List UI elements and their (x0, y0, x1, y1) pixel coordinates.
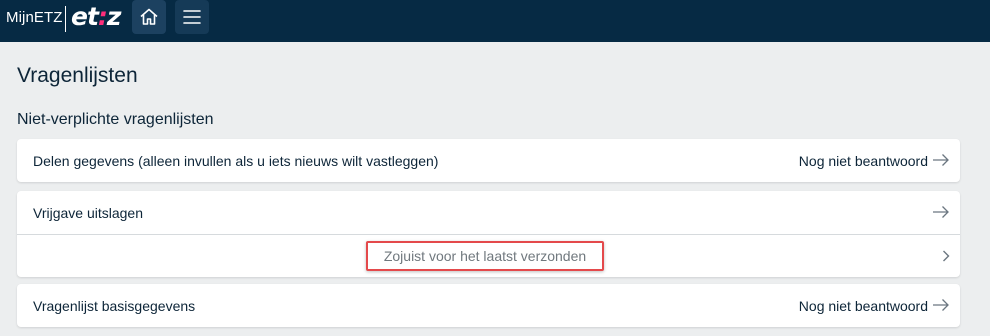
submission-row[interactable]: Zojuist voor het laatst verzonden (17, 234, 960, 277)
last-submitted-item[interactable]: Zojuist voor het laatst verzonden (366, 241, 604, 271)
questionnaire-label: Vrijgave uitslagen (33, 204, 143, 221)
home-button[interactable] (132, 0, 166, 34)
top-navigation-bar: MijnETZ et:z (0, 0, 990, 42)
arrow-right-icon (933, 206, 949, 218)
questionnaire-status: Nog niet beantwoord (798, 297, 928, 314)
etz-logo[interactable]: et:z (71, 2, 122, 31)
questionnaire-row-vrijgave-uitslagen[interactable]: Vrijgave uitslagen (17, 191, 960, 234)
questionnaire-status: Nog niet beantwoord (798, 152, 928, 169)
menu-button[interactable] (175, 0, 209, 34)
chevron-right-icon (943, 250, 950, 262)
arrow-right-icon (933, 154, 949, 166)
questionnaire-card: Delen gegevens (alleen invullen als u ie… (17, 139, 960, 182)
brand-divider (65, 6, 66, 32)
questionnaire-row-basisgegevens[interactable]: Vragenlijst basisgegevens Nog niet beant… (17, 284, 960, 327)
logo-text-start: et (71, 2, 99, 31)
logo-accent: : (97, 2, 108, 31)
questionnaire-card: Vrijgave uitslagen Zojuist voor het laat… (17, 191, 960, 277)
logo-text-end: z (106, 2, 122, 31)
hamburger-menu-icon (183, 10, 201, 24)
page-title: Vragenlijsten (17, 64, 138, 87)
arrow-right-icon (933, 299, 949, 311)
home-icon (140, 8, 158, 25)
questionnaire-label: Delen gegevens (alleen invullen als u ie… (33, 152, 439, 169)
questionnaire-label: Vragenlijst basisgegevens (33, 297, 196, 314)
brand-name[interactable]: MijnETZ (6, 9, 63, 26)
questionnaire-row-delen-gegevens[interactable]: Delen gegevens (alleen invullen als u ie… (17, 139, 960, 182)
questionnaire-card: Vragenlijst basisgegevens Nog niet beant… (17, 284, 960, 327)
section-title: Niet-verplichte vragenlijsten (17, 111, 214, 128)
